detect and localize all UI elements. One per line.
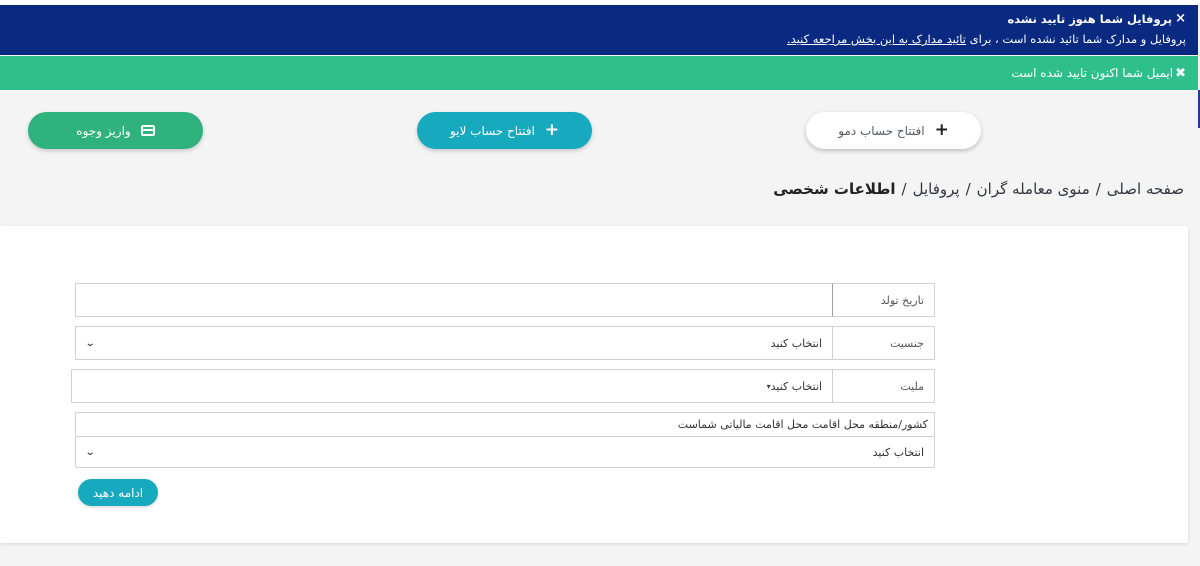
open-demo-account-label: افتتاح حساب دمو — [838, 123, 925, 138]
breadcrumb-profile[interactable]: پروفایل — [913, 180, 960, 198]
breadcrumb-separator: / — [901, 180, 907, 198]
gender-select[interactable]: انتخاب کنید ⌄ — [75, 326, 833, 360]
breadcrumb-separator: / — [965, 180, 971, 198]
profile-unverified-alert: × پروفایل شما هنوز تایید نشده پروفایل و … — [0, 5, 1198, 55]
breadcrumb-traders-menu[interactable]: منوی معامله گران — [977, 180, 1090, 198]
nationality-selected-value: انتخاب کنید — [770, 379, 822, 393]
country-select[interactable]: انتخاب کنید ⌄ — [75, 436, 935, 468]
deposit-funds-button[interactable]: واریز وجوه — [28, 112, 203, 149]
close-icon[interactable]: ✖ — [1175, 66, 1186, 81]
alert-message: پروفایل و مدارک شما تائید نشده است ، برا… — [969, 32, 1186, 46]
alert-message-row: پروفایل و مدارک شما تائید نشده است ، برا… — [12, 28, 1186, 50]
deposit-funds-label: واریز وجوه — [76, 123, 131, 138]
alert-title: پروفایل شما هنوز تایید نشده — [1007, 12, 1173, 26]
chevron-down-icon: ⌄ — [84, 446, 96, 458]
breadcrumb-current: اطلاعات شخصی — [773, 180, 896, 198]
nationality-select[interactable]: ▾ انتخاب کنید — [71, 369, 833, 403]
email-verified-alert: ✖ ایمیل شما اکنون تایید شده است — [0, 56, 1198, 90]
alert-title-row: × پروفایل شما هنوز تایید نشده — [12, 10, 1186, 28]
birth-date-label: تاریخ تولد — [833, 283, 935, 317]
plus-icon: + — [544, 120, 560, 140]
verify-documents-link[interactable]: تائید مدارک به این بخش مراجعه کنید. — [787, 32, 966, 46]
breadcrumb-home[interactable]: صفحه اصلی — [1107, 180, 1184, 198]
nationality-row: ▾ انتخاب کنید ملیت — [71, 369, 935, 403]
gender-row: انتخاب کنید ⌄ جنسیت — [75, 326, 935, 360]
country-label: کشور/منطقه محل اقامت محل اقامت مالیاتی ش… — [75, 412, 935, 436]
birth-date-row: تاریخ تولد — [75, 283, 935, 317]
email-verified-message: ایمیل شما اکنون تایید شده است — [1011, 66, 1174, 80]
gender-label: جنسیت — [833, 326, 935, 360]
nationality-label: ملیت — [833, 369, 935, 403]
caret-down-icon: ▾ — [766, 381, 771, 391]
birth-date-input[interactable] — [75, 283, 833, 317]
breadcrumb-separator: / — [1095, 180, 1101, 198]
breadcrumb: صفحه اصلی / منوی معامله گران / پروفایل /… — [773, 180, 1184, 198]
gender-selected-value: انتخاب کنید — [770, 336, 822, 350]
plus-icon: + — [934, 120, 949, 140]
open-live-account-button[interactable]: + افتتاح حساب لایو — [417, 112, 592, 149]
open-live-account-label: افتتاح حساب لایو — [449, 123, 535, 138]
open-demo-account-button[interactable]: + افتتاح حساب دمو — [806, 112, 981, 149]
country-selected-value: انتخاب کنید — [872, 445, 924, 459]
close-icon[interactable]: × — [1175, 10, 1186, 28]
continue-button[interactable]: ادامه دهید — [78, 479, 158, 506]
chevron-down-icon: ⌄ — [84, 337, 96, 349]
credit-card-icon — [140, 125, 155, 136]
